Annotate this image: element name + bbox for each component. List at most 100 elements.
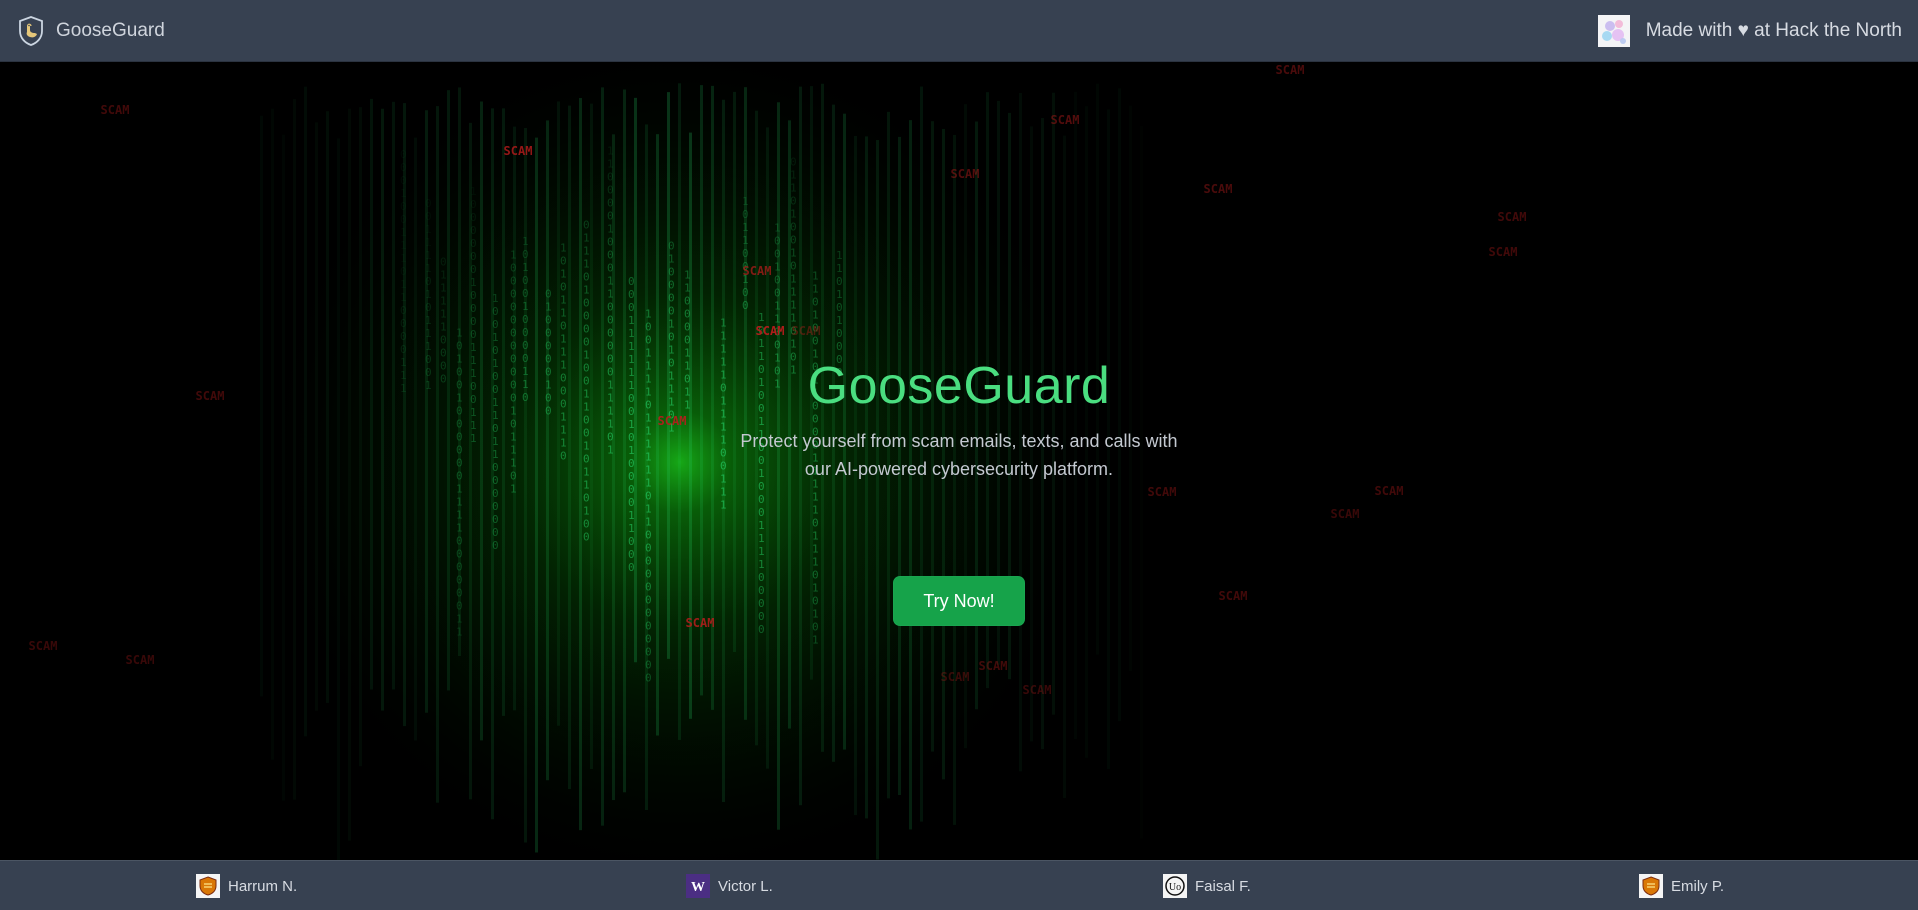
matrix-digit: 1 [758,532,765,545]
matrix-digit: 0 [560,319,567,332]
matrix-digit: 1 [628,522,635,535]
matrix-digit: 1 [440,307,447,320]
matrix-digit: 0 [545,340,552,353]
scam-word: SCAM [1204,182,1233,196]
matrix-digit: 0 [607,327,614,340]
matrix-digit: 0 [425,210,432,223]
matrix-column [315,122,318,711]
svg-text:Uo: Uo [1169,882,1181,893]
matrix-digit: 0 [645,594,652,607]
matrix-digit: 0 [470,250,477,263]
matrix-digit: 0 [400,343,407,356]
matrix-digit: 1 [720,342,727,355]
team-member-name: Harrum N. [228,877,298,895]
matrix-digit: 1 [628,314,635,327]
matrix-digit: 0 [583,492,590,505]
credit-text: Made with ♥ at Hack the North [1645,20,1902,41]
scam-word: SCAM [792,324,821,338]
scam-word: SCAM [1331,507,1360,521]
matrix-digit: 0 [425,275,432,288]
matrix-digit: 1 [425,314,432,327]
matrix-digit: 1 [758,519,765,532]
matrix-digit: 1 [440,320,447,333]
matrix-digit: 0 [492,500,499,513]
matrix-digit: 0 [607,340,614,353]
matrix-digit: 0 [645,620,652,633]
matrix-digit: 1 [456,482,463,495]
matrix-digit: 1 [560,332,567,345]
matrix-digit: 1 [812,542,819,555]
matrix-digit: 1 [400,278,407,291]
matrix-digit: 0 [684,334,691,347]
matrix-digit: 1 [492,331,499,344]
matrix-digit: 0 [400,174,407,187]
matrix-digit: 0 [645,334,652,347]
matrix-digit: 0 [628,275,635,288]
matrix-digit: 1 [425,223,432,236]
team-member-faisal[interactable]: Uo Faisal F. [1163,874,1251,898]
scam-word: SCAM [101,103,130,117]
matrix-digit: 1 [742,221,749,234]
hero-subtitle-line-1: Protect yourself from scam emails, texts… [740,431,1178,451]
matrix-digit: 0 [645,568,652,581]
matrix-digit: 0 [668,266,675,279]
hackathon-credit[interactable]: Made with ♥ at Hack the North [1597,15,1902,47]
scam-word: SCAM [1375,484,1404,498]
matrix-digit: 0 [470,289,477,302]
matrix-digit: 1 [456,625,463,638]
matrix-digit: 0 [628,535,635,548]
matrix-digit: 0 [456,339,463,352]
matrix-digit: 0 [668,292,675,305]
matrix-digit: 1 [456,612,463,625]
matrix-digit: 0 [510,288,517,301]
matrix-digit: 0 [774,274,781,287]
hero-subtitle-line-2: our AI-powered cybersecurity platform. [804,459,1114,479]
matrix-digit: 1 [522,300,529,313]
matrix-digit: 0 [607,210,614,223]
matrix-digit: 0 [812,620,819,633]
brand-link[interactable]: GooseGuard [18,15,165,47]
matrix-digit: 0 [522,339,529,352]
matrix-digit: 1 [583,232,590,245]
try-now-button[interactable]: Try Now! [894,577,1024,625]
matrix-digit: 0 [812,295,819,308]
w-logo-icon: W [686,874,710,898]
matrix-digit: 1 [836,249,843,262]
university-crest-icon [196,874,220,898]
matrix-column [535,137,538,853]
matrix-digit: 0 [510,275,517,288]
team-member-name: Faisal F. [1195,877,1251,895]
matrix-digit: 1 [720,498,727,511]
matrix-digit: 1 [790,312,797,325]
team-member-victor[interactable]: W Victor L. [686,874,773,898]
matrix-digit: 1 [456,495,463,508]
matrix-digit: 0 [812,568,819,581]
team-member-harrum[interactable]: Harrum N. [196,874,297,898]
matrix-digit: 0 [583,531,590,544]
matrix-column [480,101,483,741]
matrix-digit: 0 [758,493,765,506]
matrix-digit: 0 [645,555,652,568]
matrix-digit: 1 [774,222,781,235]
matrix-digit: 0 [583,297,590,310]
goose-shield-icon [19,16,43,46]
matrix-digit: 1 [456,521,463,534]
team-member-emily[interactable]: Emily P. [1639,874,1724,898]
matrix-digit: 1 [607,223,614,236]
matrix-digit: 0 [560,254,567,267]
matrix-digit: 1 [812,607,819,620]
scam-word: SCAM [686,616,715,630]
matrix-digit: 1 [668,253,675,266]
scam-word: SCAM [1051,113,1080,127]
matrix-digit: 1 [645,503,652,516]
matrix-digit: 0 [758,584,765,597]
matrix-digit: 0 [742,286,749,299]
scam-word: SCAM [743,264,772,278]
matrix-digit: 1 [742,195,749,208]
matrix-digit: 1 [440,294,447,307]
matrix-digit: 1 [812,633,819,646]
matrix-digit: 0 [774,287,781,300]
matrix-digit: 1 [790,286,797,299]
matrix-digit: 1 [607,275,614,288]
matrix-digit: 0 [668,331,675,344]
